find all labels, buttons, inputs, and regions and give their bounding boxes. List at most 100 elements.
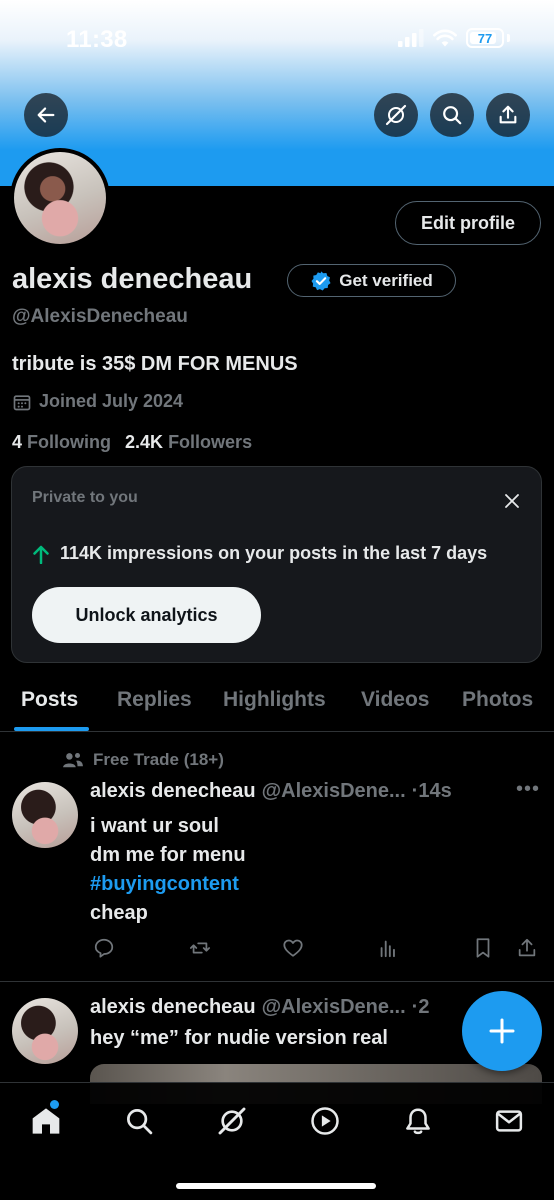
battery-percentage: 77 bbox=[477, 30, 493, 46]
bookmark-icon bbox=[476, 938, 490, 958]
grok-icon bbox=[218, 1107, 246, 1135]
repost-button[interactable] bbox=[186, 934, 214, 962]
nav-grok[interactable] bbox=[214, 1103, 250, 1139]
follow-stats: 4 Following 2.4K Followers bbox=[12, 432, 252, 453]
close-icon bbox=[505, 494, 519, 508]
repost-icon bbox=[189, 942, 211, 954]
status-bar-indicators: 77 bbox=[398, 28, 510, 48]
nav-search[interactable] bbox=[121, 1103, 157, 1139]
back-arrow-icon bbox=[37, 107, 55, 123]
tab-photos[interactable]: Photos bbox=[462, 688, 533, 712]
grok-icon bbox=[385, 104, 407, 126]
community-name: Free Trade (18+) bbox=[93, 750, 224, 769]
tab-highlights[interactable]: Highlights bbox=[223, 688, 326, 712]
tab-replies[interactable]: Replies bbox=[117, 688, 192, 712]
like-button[interactable] bbox=[279, 934, 307, 962]
plus-icon bbox=[489, 1018, 515, 1044]
followers-label: Followers bbox=[168, 432, 253, 452]
post-timestamp: ·2 bbox=[411, 996, 430, 1018]
reply-icon bbox=[94, 938, 114, 958]
joined-date-text: Joined July 2024 bbox=[39, 391, 184, 411]
edit-profile-button[interactable]: Edit profile bbox=[395, 201, 541, 245]
profile-bio: tribute is 35$ DM FOR MENUS bbox=[12, 353, 298, 375]
tab-posts[interactable]: Posts bbox=[21, 688, 78, 712]
post-text-line: i want ur soul bbox=[90, 815, 219, 837]
arrow-up-icon bbox=[33, 545, 49, 564]
post-more-options-icon[interactable]: ••• bbox=[516, 778, 540, 801]
tab-videos[interactable]: Videos bbox=[361, 688, 429, 712]
post-author-avatar[interactable] bbox=[12, 782, 78, 848]
joined-date: Joined July 2024 bbox=[12, 391, 183, 412]
compose-post-button[interactable] bbox=[462, 991, 542, 1071]
post-author-handle: @AlexisDene... bbox=[261, 780, 406, 802]
view-count-button[interactable] bbox=[374, 934, 402, 962]
post-text-line: cheap bbox=[90, 902, 148, 924]
status-bar-time: 11:38 bbox=[66, 26, 128, 53]
post-text-line: hey “me” for nudie version real bbox=[90, 1027, 388, 1049]
video-play-icon bbox=[311, 1107, 339, 1135]
nav-messages[interactable] bbox=[491, 1103, 527, 1139]
post-body: hey “me” for nudie version real bbox=[90, 1024, 388, 1053]
followers-count: 2.4K bbox=[125, 432, 164, 452]
home-icon bbox=[32, 1108, 60, 1134]
profile-display-name: alexis denecheau bbox=[12, 263, 253, 295]
impressions-text: 114K impressions on your posts in the la… bbox=[60, 543, 488, 563]
following-label: Following bbox=[27, 432, 112, 452]
messages-envelope-icon bbox=[495, 1110, 523, 1132]
search-button[interactable] bbox=[430, 93, 474, 137]
post-text-line: dm me for menu bbox=[90, 844, 246, 866]
close-card-button[interactable] bbox=[500, 489, 524, 513]
post-share-button[interactable] bbox=[513, 934, 541, 962]
nav-video[interactable] bbox=[307, 1103, 343, 1139]
post-author-name[interactable]: alexis denecheau bbox=[90, 780, 256, 803]
following-count: 4 bbox=[12, 432, 23, 452]
share-icon bbox=[499, 105, 517, 124]
nav-notifications[interactable] bbox=[400, 1103, 436, 1139]
post-header: alexis denecheau @AlexisDene... ·14s bbox=[90, 780, 452, 803]
wifi-icon bbox=[433, 29, 457, 47]
post-timestamp: ·14s bbox=[411, 780, 452, 802]
post-divider bbox=[0, 981, 554, 982]
post-author-name[interactable]: alexis denecheau bbox=[90, 996, 256, 1019]
analytics-card: Private to you 114K impressions on your … bbox=[11, 466, 542, 663]
home-indicator bbox=[176, 1183, 376, 1189]
avatar-image bbox=[14, 152, 106, 244]
private-to-you-label: Private to you bbox=[32, 489, 138, 506]
battery-nub bbox=[507, 34, 510, 42]
notifications-bell-icon bbox=[406, 1108, 430, 1135]
get-verified-button[interactable]: Get verified bbox=[287, 264, 456, 297]
followers-link[interactable]: 2.4K Followers bbox=[125, 432, 252, 453]
impressions-summary: 114K impressions on your posts in the la… bbox=[32, 543, 487, 564]
share-icon bbox=[518, 938, 536, 957]
verified-badge-icon bbox=[311, 270, 331, 291]
hashtag-link[interactable]: #buyingcontent bbox=[90, 870, 246, 899]
share-button[interactable] bbox=[486, 93, 530, 137]
grok-button[interactable] bbox=[374, 93, 418, 137]
community-label[interactable]: Free Trade (18+) bbox=[62, 750, 224, 770]
reply-button[interactable] bbox=[90, 934, 118, 962]
post-author-avatar[interactable] bbox=[12, 998, 78, 1064]
following-link[interactable]: 4 Following bbox=[12, 432, 111, 453]
post-author-handle: @AlexisDene... bbox=[261, 996, 406, 1018]
calendar-icon bbox=[13, 394, 31, 410]
post-body: i want ur soul dm me for menu #buyingcon… bbox=[90, 812, 246, 928]
profile-handle: @AlexisDenecheau bbox=[12, 306, 188, 327]
heart-icon bbox=[283, 939, 303, 957]
profile-tabs: Posts Replies Highlights Videos Photos bbox=[0, 684, 554, 732]
profile-avatar[interactable] bbox=[10, 148, 110, 248]
home-notification-dot bbox=[50, 1100, 59, 1109]
post-header: alexis denecheau @AlexisDene... ·2 bbox=[90, 996, 429, 1019]
nav-home[interactable] bbox=[28, 1100, 64, 1139]
unlock-analytics-button[interactable]: Unlock analytics bbox=[32, 587, 261, 643]
post-actions bbox=[88, 934, 543, 966]
search-icon bbox=[443, 106, 462, 125]
active-tab-indicator bbox=[14, 727, 89, 731]
cellular-signal-icon bbox=[398, 29, 424, 47]
get-verified-label: Get verified bbox=[339, 270, 433, 290]
back-button[interactable] bbox=[24, 93, 68, 137]
bookmark-button[interactable] bbox=[469, 934, 497, 962]
analytics-bars-icon bbox=[380, 940, 395, 958]
community-icon bbox=[63, 752, 83, 768]
search-icon bbox=[127, 1109, 153, 1135]
battery-icon: 77 bbox=[466, 28, 504, 48]
